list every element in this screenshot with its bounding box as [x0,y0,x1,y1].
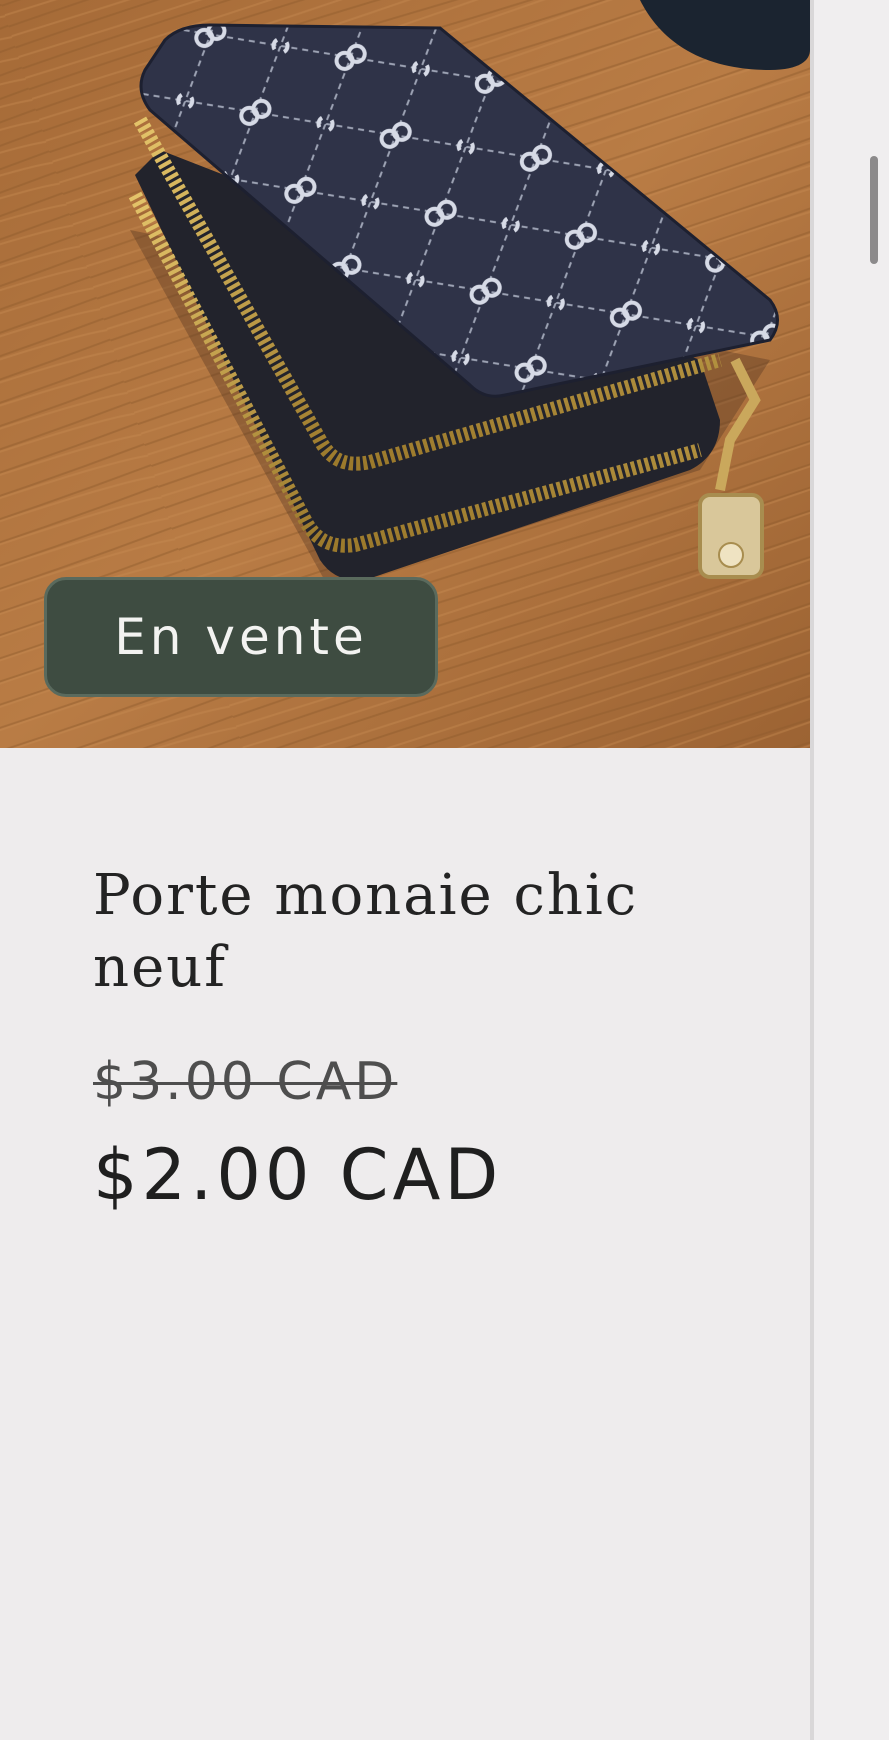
regular-price: $3.00 CAD [93,1052,398,1112]
product-info: Porte monaie chic neuf $3.00 CAD $2.00 C… [93,860,773,1216]
scrollbar-thumb[interactable] [870,156,878,264]
product-card[interactable]: En vente Porte monaie chic neuf $3.00 CA… [0,0,810,1740]
product-title[interactable]: Porte monaie chic neuf [93,860,773,1004]
sale-badge: En vente [44,577,438,697]
sale-price: $2.00 CAD [93,1134,503,1216]
